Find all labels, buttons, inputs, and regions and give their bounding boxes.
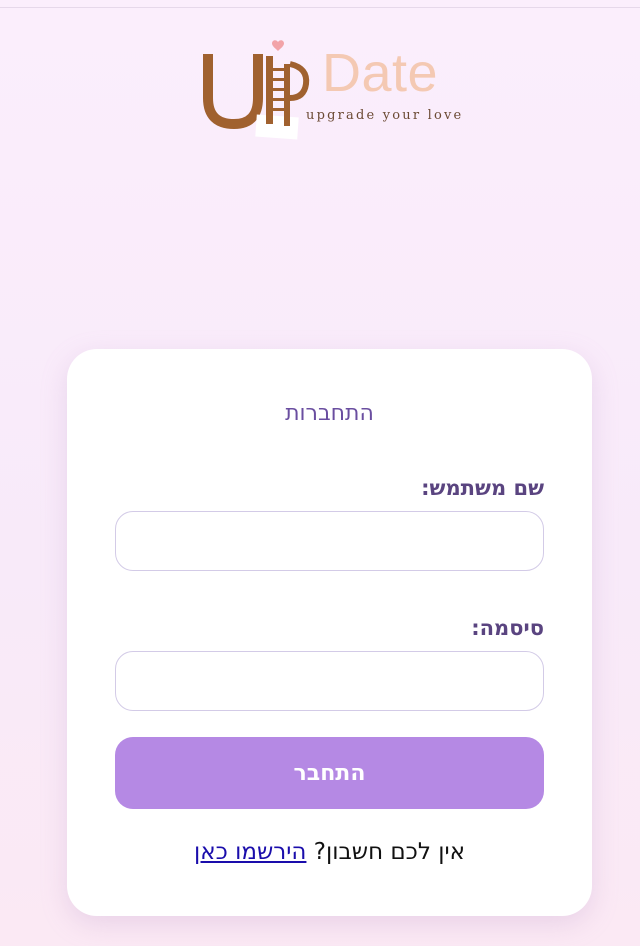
password-label: סיסמה: bbox=[471, 616, 544, 640]
login-card: התחברות שם משתמש: סיסמה: התחבר אין לכם ח… bbox=[67, 349, 592, 916]
logo-tagline: upgrade your love bbox=[306, 108, 464, 123]
login-button[interactable]: התחבר bbox=[115, 737, 544, 809]
password-input[interactable] bbox=[115, 651, 544, 711]
no-account-text: אין לכם חשבון? bbox=[313, 839, 466, 865]
register-link[interactable]: הירשמו כאן bbox=[194, 839, 306, 865]
register-prompt: אין לכם חשבון? הירשמו כאן bbox=[67, 839, 592, 865]
username-input[interactable] bbox=[115, 511, 544, 571]
username-label: שם משתמש: bbox=[421, 476, 544, 500]
logo-word: Date bbox=[322, 43, 439, 103]
login-title: התחברות bbox=[285, 401, 374, 426]
ladder-heart-logo-icon bbox=[203, 40, 310, 140]
top-divider bbox=[0, 7, 640, 8]
updated-logo: Date upgrade your love bbox=[196, 38, 476, 148]
